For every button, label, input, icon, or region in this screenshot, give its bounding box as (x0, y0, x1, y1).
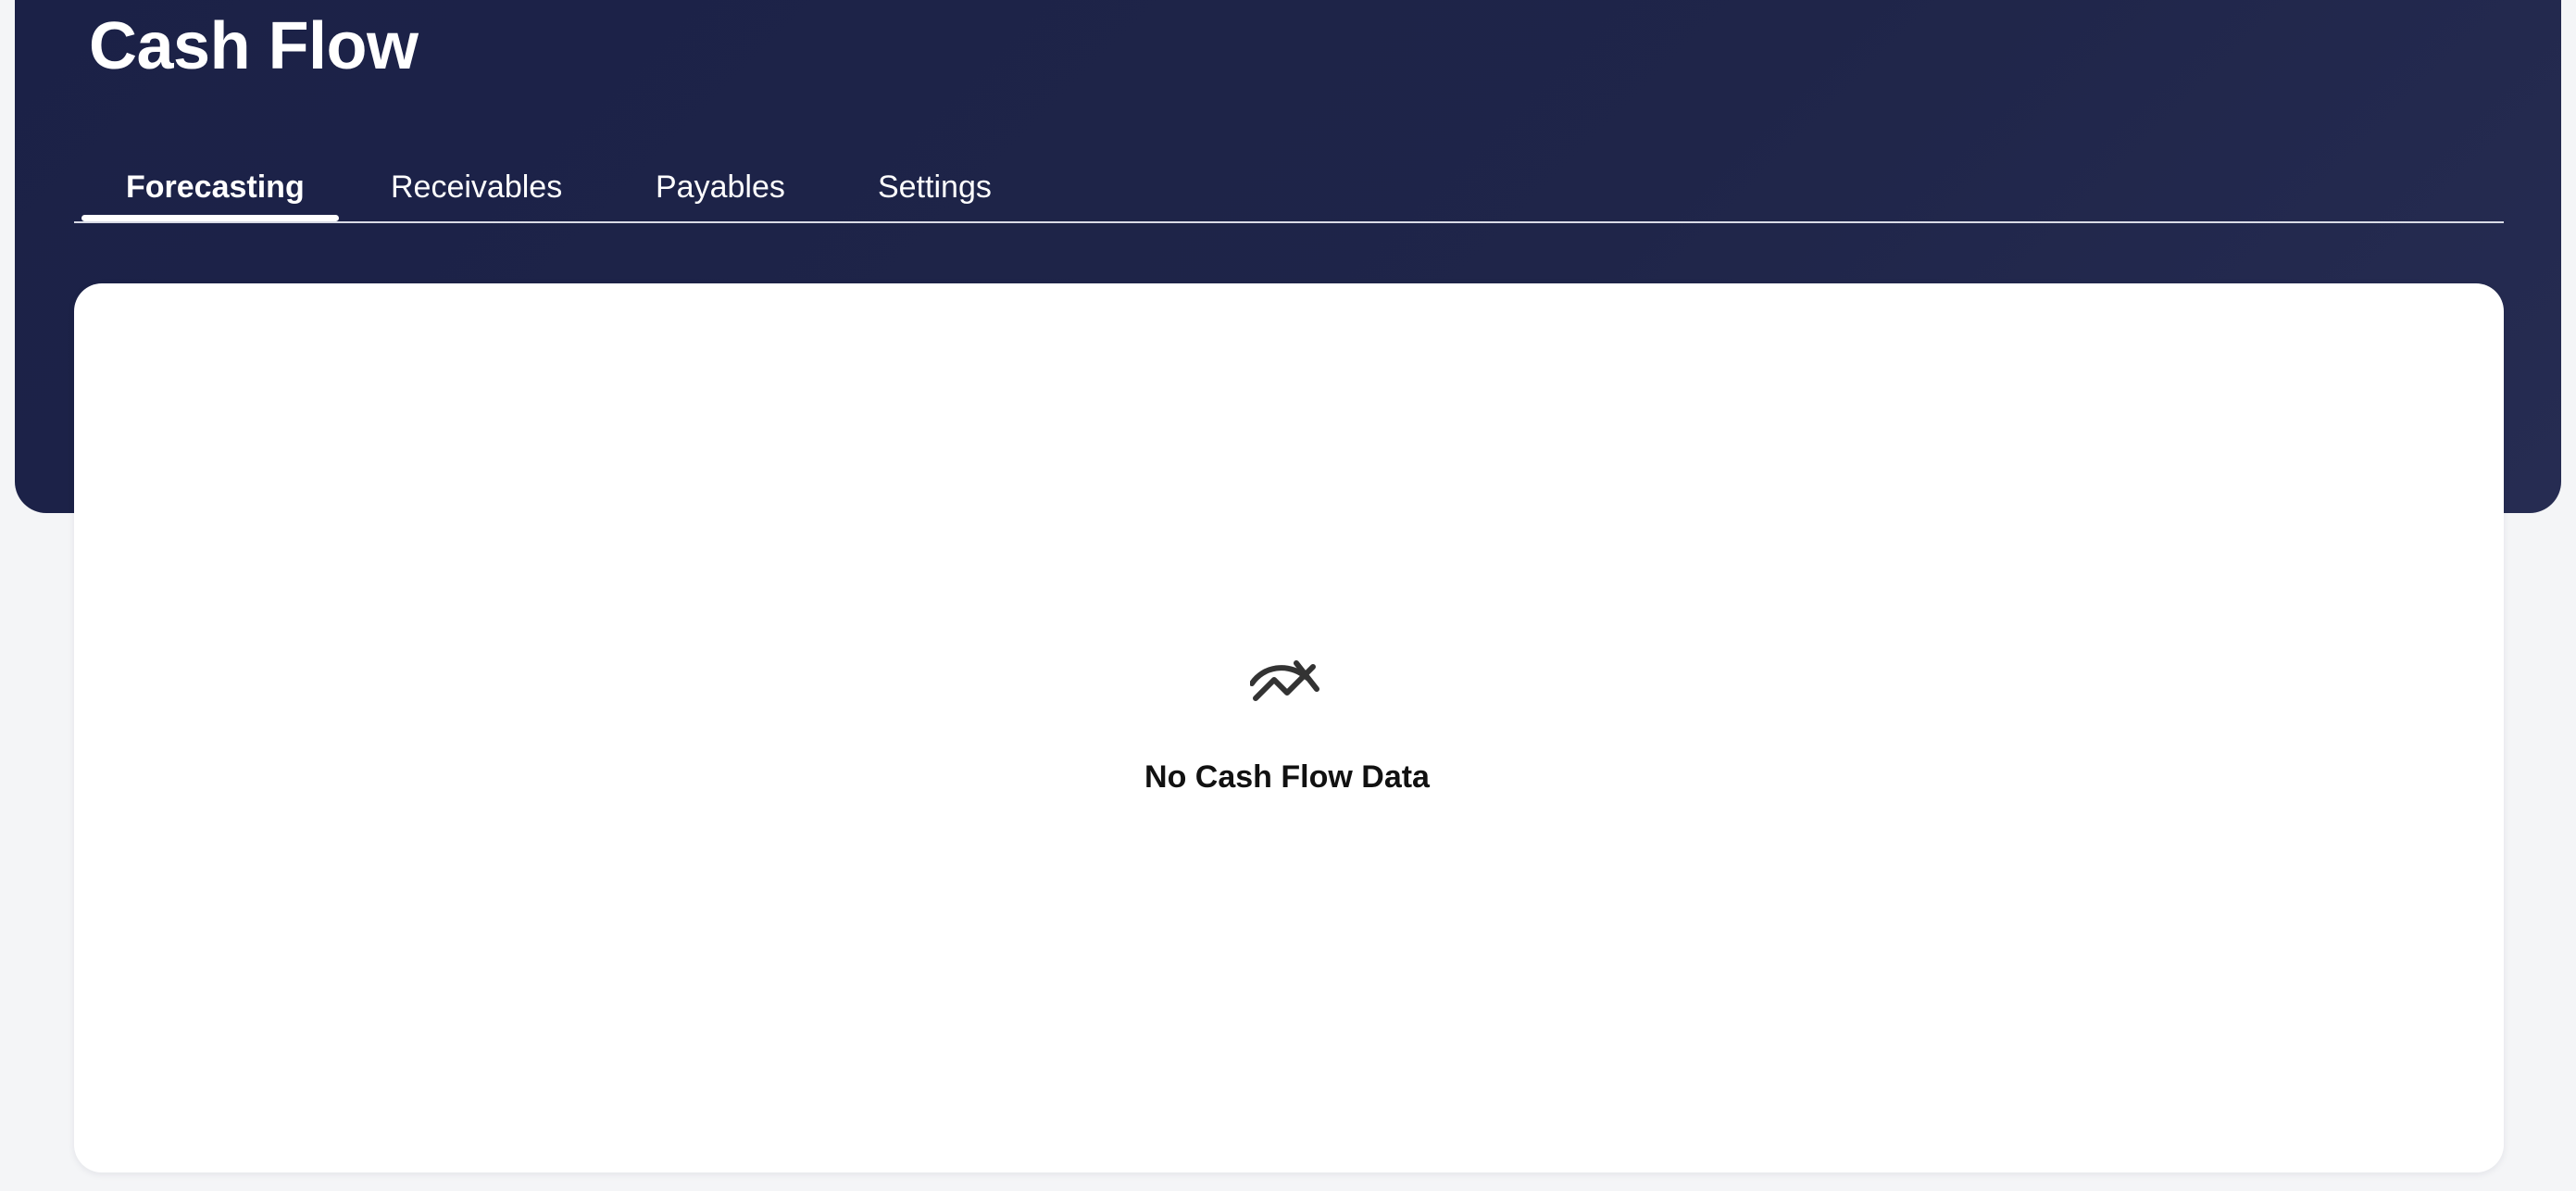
tab-bar: Forecasting Receivables Payables Setting… (74, 148, 2504, 223)
chart-off-icon (1250, 660, 1319, 701)
content-card (74, 283, 2504, 1172)
tab-payables[interactable]: Payables (656, 148, 785, 223)
tab-settings[interactable]: Settings (878, 148, 992, 223)
empty-state-message: No Cash Flow Data (1144, 759, 1430, 795)
tab-forecasting[interactable]: Forecasting (126, 148, 305, 223)
cash-flow-page: Cash Flow Forecasting Receivables Payabl… (0, 0, 2576, 1191)
active-tab-indicator (81, 215, 339, 221)
page-title: Cash Flow (89, 9, 419, 83)
tab-receivables[interactable]: Receivables (391, 148, 562, 223)
